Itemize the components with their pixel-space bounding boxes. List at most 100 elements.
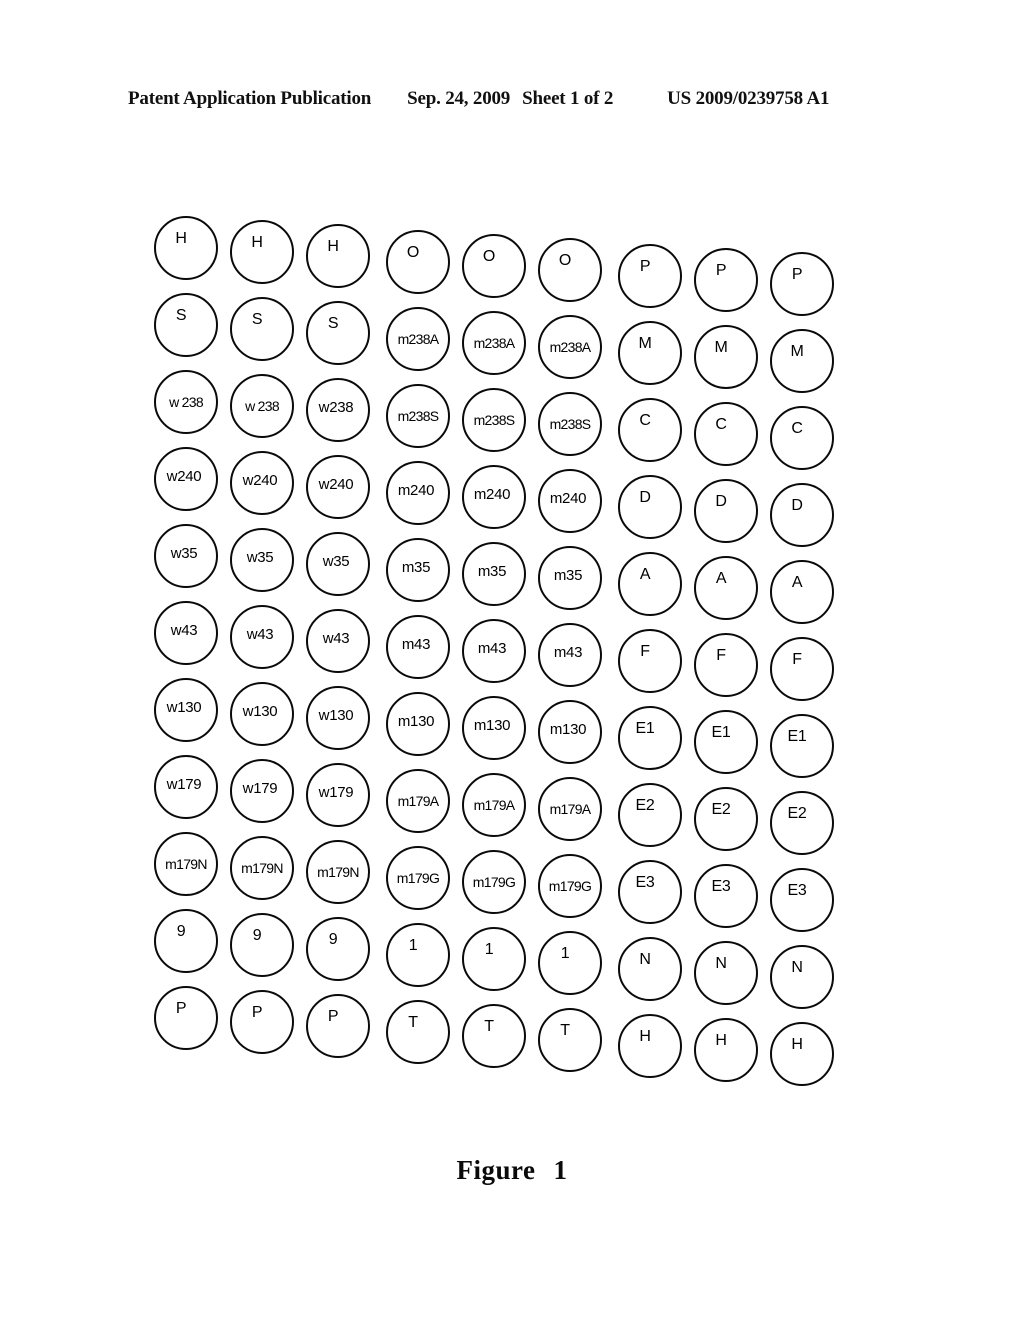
- grid-circle[interactable]: m179A: [462, 773, 526, 837]
- grid-circle[interactable]: O: [386, 230, 450, 294]
- grid-circle[interactable]: w43: [154, 601, 218, 665]
- grid-circle[interactable]: m240: [462, 465, 526, 529]
- grid-circle-label: w43: [246, 625, 274, 643]
- grid-circle[interactable]: S: [154, 293, 218, 357]
- grid-circle[interactable]: m35: [386, 538, 450, 602]
- grid-circle-label: E1: [787, 728, 807, 745]
- grid-circle-label: m238S: [473, 412, 516, 428]
- grid-circle-label: P: [175, 1000, 187, 1017]
- circle-grid-row: w240 w240 w240 m240 m240 m240 D D D: [154, 447, 854, 547]
- circle-grid-row: m179N m179N m179N m179G m179G m179G E3 E3 E3: [154, 832, 854, 932]
- grid-circle-label: N: [639, 951, 651, 968]
- figure-caption-word: Figure: [456, 1155, 536, 1185]
- grid-circle[interactable]: m238S: [462, 388, 526, 452]
- grid-circle[interactable]: S: [306, 301, 370, 365]
- grid-circle-label: M: [638, 335, 652, 352]
- grid-circle-label: A: [639, 566, 651, 583]
- grid-circle[interactable]: T: [538, 1008, 602, 1072]
- grid-circle-label: P: [715, 262, 727, 279]
- grid-circle[interactable]: w35: [306, 532, 370, 596]
- grid-circle[interactable]: m238S: [386, 384, 450, 448]
- grid-circle-label: m179N: [241, 860, 283, 876]
- grid-circle[interactable]: m35: [462, 542, 526, 606]
- grid-circle[interactable]: w130: [306, 686, 370, 750]
- grid-circle[interactable]: 9: [306, 917, 370, 981]
- grid-circle[interactable]: m130: [386, 692, 450, 756]
- grid-circle-label: m179A: [473, 797, 516, 813]
- grid-circle-label: E2: [635, 797, 655, 814]
- grid-circle[interactable]: m43: [386, 615, 450, 679]
- grid-circle[interactable]: m179A: [386, 769, 450, 833]
- grid-circle-label: O: [558, 252, 572, 269]
- grid-circle[interactable]: w130: [230, 682, 294, 746]
- grid-circle[interactable]: O: [462, 234, 526, 298]
- grid-circle[interactable]: w 238: [230, 374, 294, 438]
- grid-circle[interactable]: w35: [154, 524, 218, 588]
- grid-circle-label: 9: [328, 931, 338, 948]
- grid-circle-label: H: [327, 238, 339, 255]
- grid-circle-label: E3: [635, 874, 655, 891]
- grid-circle[interactable]: T: [462, 1004, 526, 1068]
- grid-circle[interactable]: w 238: [154, 370, 218, 434]
- grid-circle-label: m130: [397, 712, 435, 730]
- grid-circle[interactable]: w35: [230, 528, 294, 592]
- grid-circle-label: m179A: [397, 793, 440, 809]
- grid-circle[interactable]: H: [154, 216, 218, 280]
- grid-circle-label: H: [639, 1028, 651, 1045]
- grid-circle[interactable]: P: [154, 986, 218, 1050]
- grid-circle-label: m43: [477, 639, 507, 657]
- grid-circle[interactable]: 9: [154, 909, 218, 973]
- grid-circle[interactable]: m179N: [306, 840, 370, 904]
- grid-circle[interactable]: w130: [154, 678, 218, 742]
- grid-circle-label: C: [715, 416, 727, 433]
- grid-circle[interactable]: H: [306, 224, 370, 288]
- grid-circle[interactable]: P: [230, 990, 294, 1054]
- grid-circle-label: 9: [252, 927, 262, 944]
- grid-circle[interactable]: m238A: [462, 311, 526, 375]
- grid-circle[interactable]: w179: [306, 763, 370, 827]
- grid-circle[interactable]: w240: [306, 455, 370, 519]
- grid-circle[interactable]: H: [770, 1022, 834, 1086]
- grid-circle[interactable]: w43: [306, 609, 370, 673]
- grid-circle[interactable]: w43: [230, 605, 294, 669]
- grid-circle-label: w240: [166, 467, 202, 485]
- grid-circle-label: w240: [242, 471, 278, 489]
- grid-circle[interactable]: H: [618, 1014, 682, 1078]
- grid-circle[interactable]: 1: [462, 927, 526, 991]
- grid-circle[interactable]: w179: [154, 755, 218, 819]
- grid-circle[interactable]: 9: [230, 913, 294, 977]
- grid-circle[interactable]: S: [230, 297, 294, 361]
- grid-circle-label: w179: [318, 783, 354, 801]
- grid-circle-label: w43: [322, 629, 350, 647]
- grid-circle[interactable]: m179N: [230, 836, 294, 900]
- grid-circle-label: m238A: [397, 331, 440, 347]
- grid-circle[interactable]: w238: [306, 378, 370, 442]
- grid-circle[interactable]: P: [306, 994, 370, 1058]
- grid-circle-label: m43: [553, 643, 583, 661]
- figure-caption: Figure 1: [0, 1155, 1024, 1186]
- grid-circle[interactable]: m179G: [386, 846, 450, 910]
- grid-circle[interactable]: m179G: [462, 850, 526, 914]
- grid-circle-label: 9: [176, 923, 186, 940]
- grid-circle[interactable]: T: [386, 1000, 450, 1064]
- grid-circle[interactable]: m179N: [154, 832, 218, 896]
- grid-circle-label: m238S: [549, 416, 592, 432]
- grid-circle[interactable]: m240: [386, 461, 450, 525]
- grid-circle[interactable]: H: [694, 1018, 758, 1082]
- grid-circle[interactable]: m43: [462, 619, 526, 683]
- circle-grid-row: P P P T T T H H H: [154, 986, 854, 1086]
- grid-circle[interactable]: 1: [386, 923, 450, 987]
- grid-circle-label: m240: [473, 485, 511, 503]
- grid-circle[interactable]: H: [230, 220, 294, 284]
- grid-circle-label: T: [484, 1018, 494, 1035]
- grid-circle-label: m35: [401, 558, 431, 576]
- grid-circle-label: m35: [477, 562, 507, 580]
- grid-circle[interactable]: m238A: [386, 307, 450, 371]
- grid-circle[interactable]: w179: [230, 759, 294, 823]
- grid-circle-label: w130: [166, 698, 202, 716]
- grid-circle[interactable]: m130: [462, 696, 526, 760]
- grid-circle[interactable]: w240: [230, 451, 294, 515]
- grid-circle[interactable]: w240: [154, 447, 218, 511]
- grid-circle-label: w240: [318, 475, 354, 493]
- grid-circle-label: w 238: [245, 398, 280, 414]
